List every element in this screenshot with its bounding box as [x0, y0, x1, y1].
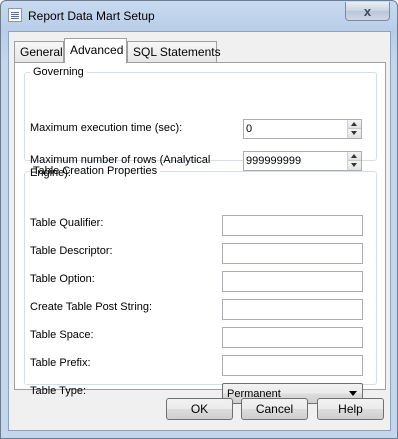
create-table-post-string-label: Create Table Post String: [30, 301, 153, 313]
create-table-post-string-input[interactable] [222, 299, 363, 320]
table-descriptor-input[interactable] [222, 243, 363, 264]
table-space-input[interactable] [222, 327, 363, 348]
dialog-window: Report Data Mart Setup x General Advance… [0, 0, 398, 439]
ok-button[interactable]: OK [166, 398, 233, 420]
table-descriptor-label: Table Descriptor: [30, 245, 113, 257]
cancel-button[interactable]: Cancel [241, 398, 308, 420]
table-qualifier-input[interactable] [222, 215, 363, 236]
spin-down-icon[interactable] [348, 129, 361, 138]
table-prefix-input[interactable] [222, 355, 363, 376]
window-title: Report Data Mart Setup [28, 9, 155, 23]
table-qualifier-label: Table Qualifier: [30, 217, 104, 229]
tab-general[interactable]: General [14, 41, 64, 62]
tab-sql-statements[interactable]: SQL Statements [127, 41, 221, 62]
max-execution-time-value: 0 [246, 123, 253, 135]
report-icon [8, 8, 22, 22]
max-execution-time-label: Maximum execution time (sec): [30, 122, 183, 134]
help-button[interactable]: Help [317, 398, 384, 420]
title-bar[interactable]: Report Data Mart Setup x [1, 1, 397, 31]
tab-advanced[interactable]: Advanced [64, 38, 127, 63]
advanced-tab-panel: Governing Maximum execution time (sec): … [14, 62, 386, 404]
table-type-label: Table Type: [30, 385, 87, 397]
spin-up-icon[interactable] [348, 120, 361, 129]
close-icon: x [363, 3, 372, 19]
spin-up-icon[interactable] [348, 152, 361, 161]
table-space-label: Table Space: [30, 329, 94, 341]
close-button[interactable]: x [345, 2, 390, 21]
table-creation-legend: Table Creation Properties [33, 165, 158, 177]
table-prefix-label: Table Prefix: [30, 357, 91, 369]
governing-legend: Governing [33, 66, 84, 78]
table-option-input[interactable] [222, 271, 363, 292]
governing-group: Governing [24, 66, 377, 161]
chevron-down-icon [349, 391, 357, 396]
max-execution-time-spinner[interactable]: 0 [243, 119, 362, 139]
dialog-client-area: General Advanced SQL Statements Governin… [8, 31, 391, 431]
table-option-label: Table Option: [30, 273, 95, 285]
